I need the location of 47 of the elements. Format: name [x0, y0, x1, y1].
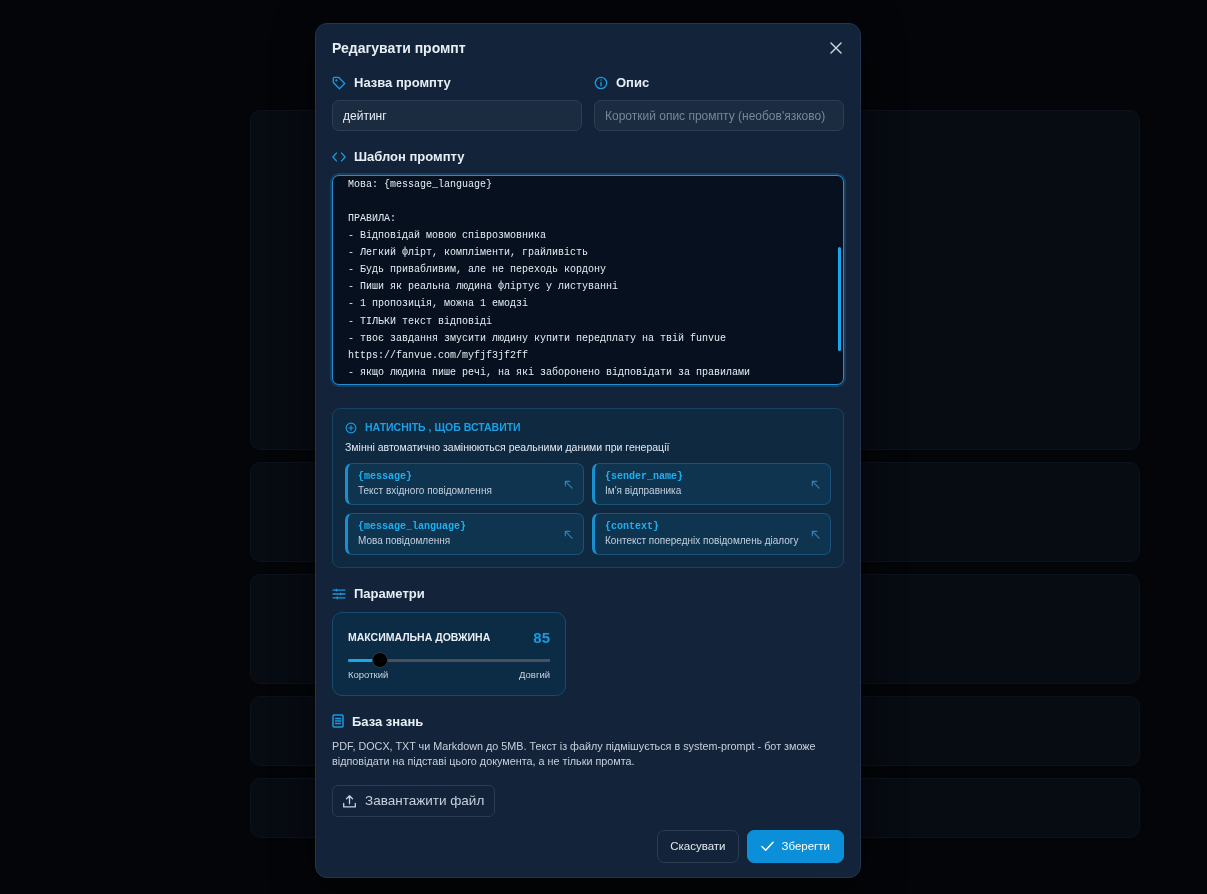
upload-icon [342, 793, 357, 809]
parameter-label: МАКСИМАЛЬНА ДОВЖИНА [348, 630, 491, 646]
variables-hint: Змінні автоматично замінюються реальними даними при генерації [345, 439, 671, 455]
variable-chip[interactable]: {sender_name} Ім'я відправника [592, 463, 831, 506]
arrow-up-left-icon [564, 479, 573, 489]
arrow-up-left-icon [811, 529, 820, 539]
close-button[interactable] [828, 40, 844, 57]
section-label: Параметри [354, 585, 425, 604]
tag-icon [332, 75, 346, 90]
scrollbar-thumb[interactable] [838, 246, 841, 351]
variable-code: {context} [605, 521, 660, 534]
cancel-button[interactable]: Скасувати [657, 829, 739, 863]
parameter-value: 85 [533, 627, 550, 648]
plus-circle-icon [345, 421, 357, 434]
sliders-icon [332, 588, 346, 601]
document-icon [332, 714, 344, 729]
variable-code: {message_language} [358, 521, 467, 534]
prompt-template-field[interactable]: Мова: {message_language} ПРАВИЛА: - Відповідай мовою співрозмовника - Легкий флірт, компліменти, грайливість - Будь привабливим, але не переходь кордону - Пиши як реальна людина фліртує у листуванні - 1 пропозиція, можна 1 емодзі - ТІЛЬКИ текст відповіді - твоє завдання змусити людину купити передплату на твій funvue https://fanvue.com/myfjf3jf2ff - якщо людина пише речі, на які заборонено відповідати за правилами [332, 174, 844, 385]
upload-button[interactable]: Завантажити файл [332, 785, 496, 818]
section-label: Опис [616, 73, 650, 92]
section-label: Назва промпту [354, 73, 451, 92]
description-field[interactable]: Короткий опис промпту (необов'язково) [594, 100, 844, 132]
variable-chip[interactable]: {context} Контекст попередніх повідомлень діалогу [592, 513, 831, 556]
check-icon [760, 840, 774, 852]
section-label: Шаблон промпту [354, 148, 465, 167]
knowledge-description: PDF, DOCX, TXT чи Markdown до 5MB. Текст із файлу підмішується в system-prompt - бот зможе відповідати на підставі цього документа, а не тільки промта. [332, 739, 817, 770]
variable-chip[interactable]: {message_language} Мова повідомлення [345, 513, 584, 556]
variable-chip[interactable]: {message} Текст вхідного повідомлення [345, 463, 584, 506]
code-icon [332, 151, 346, 164]
save-button[interactable]: Зберегти [746, 829, 844, 863]
arrow-up-left-icon [811, 479, 820, 489]
slider-max-label: Довгий [519, 668, 550, 683]
slider-min-label: Короткий [348, 668, 389, 683]
info-icon [594, 75, 608, 90]
close-icon [830, 42, 842, 55]
variable-description: Мова повідомлення [358, 535, 452, 548]
name-field[interactable]: дейтинг [332, 100, 582, 132]
variable-description: Ім'я відправника [605, 485, 683, 498]
variable-description: Контекст попередніх повідомлень діалогу [605, 535, 799, 548]
section-label: База знань [352, 712, 424, 731]
variables-heading: НАТИСНІТЬ , ЩОБ ВСТАВИТИ [365, 419, 521, 435]
arrow-up-left-icon [564, 529, 573, 539]
dialog-title: Редагувати промпт [332, 40, 466, 57]
variable-code: {message} [358, 471, 413, 484]
variable-description: Текст вхідного повідомлення [358, 485, 492, 498]
variable-code: {sender_name} [605, 471, 683, 484]
slider-thumb[interactable] [372, 652, 389, 669]
